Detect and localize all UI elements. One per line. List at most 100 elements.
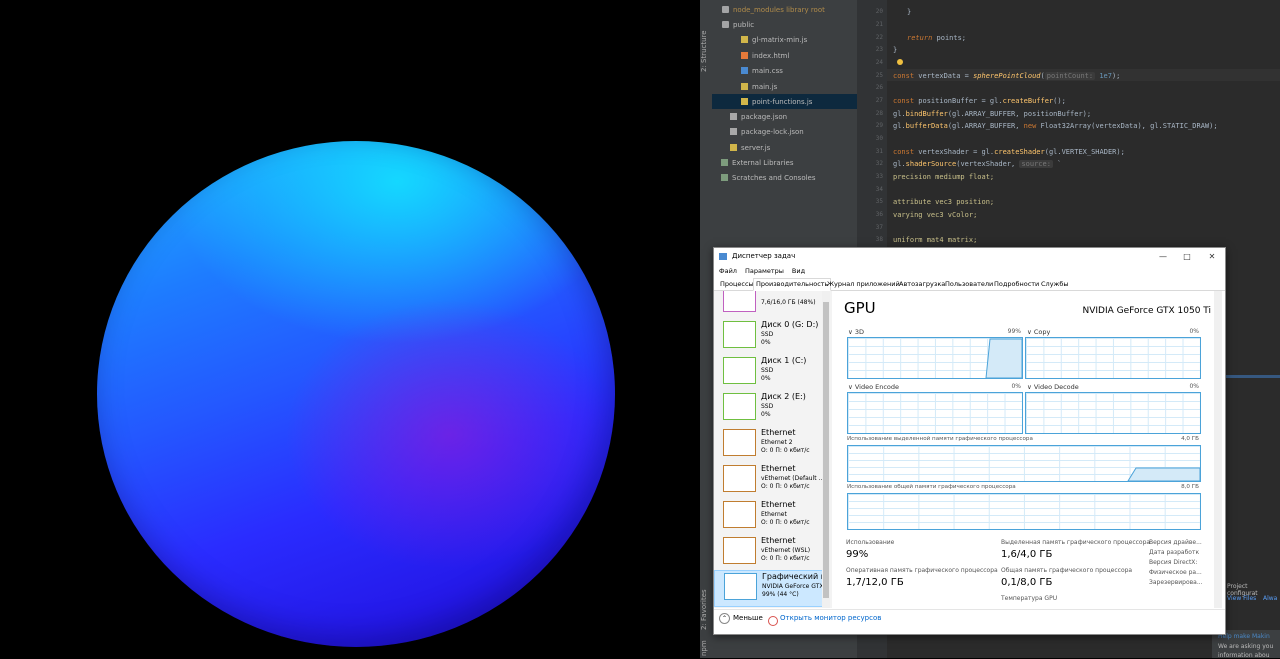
line-number: 38: [875, 236, 883, 243]
code-line: }: [893, 46, 898, 54]
close-button[interactable]: ✕: [1200, 248, 1224, 265]
scratches-icon: [721, 174, 728, 181]
title-bar[interactable]: Диспетчер задач — □ ✕: [714, 248, 1225, 265]
chevron-up-icon[interactable]: ⌃: [719, 613, 730, 624]
tab-users[interactable]: Пользователи: [942, 278, 996, 291]
resource-ethernet[interactable]: Ethernet Ethernet 2 О: 0 П: 0 кбит/с: [714, 427, 822, 462]
code-line: return points;: [907, 34, 967, 42]
tree-item-scratches[interactable]: Scratches and Consoles: [721, 171, 816, 185]
shared-memory-max: 8,0 ГБ: [1181, 484, 1199, 490]
tab-details[interactable]: Подробности: [991, 278, 1042, 291]
gpu-detail-panel: GPU NVIDIA GeForce GTX 1050 Ti ∨ 3D 99% …: [843, 291, 1211, 608]
tree-item-main-css[interactable]: main.css: [741, 64, 783, 78]
code-line: }: [907, 8, 912, 16]
scrollbar-thumb[interactable]: [823, 302, 829, 598]
tree-item-point-functions[interactable]: point-functions.js: [741, 95, 812, 109]
resource-detail: SSD: [761, 403, 774, 410]
engine-label-video-decode[interactable]: ∨ Video Decode: [1027, 383, 1079, 391]
structure-tab[interactable]: 2: Structure: [700, 22, 712, 72]
js-file-icon: [741, 36, 748, 43]
progress-strip: [1223, 375, 1280, 378]
ethernet-thumbnail: [723, 537, 756, 564]
resource-disk-0[interactable]: Диск 0 (G: D:) SSD 0%: [714, 319, 822, 354]
task-manager-footer: ⌃ Меньше Открыть монитор ресурсов: [714, 609, 1225, 635]
memory-thumbnail: [723, 291, 756, 312]
shared-stat-value: 0,1/8,0 ГБ: [1001, 577, 1053, 588]
engine-label-3d[interactable]: ∨ 3D: [848, 328, 864, 336]
always-link[interactable]: Alwa: [1263, 595, 1277, 602]
code-line: uniform mat4 matrix;: [893, 236, 978, 244]
engine-pct-copy: 0%: [1189, 328, 1199, 335]
tab-processes[interactable]: Процессы: [717, 278, 757, 291]
minimize-button[interactable]: —: [1151, 248, 1175, 265]
resource-detail: vEthernet (Default ...: [761, 475, 825, 482]
resource-detail: 99% (44 °C): [762, 591, 799, 598]
tree-item-external-libraries[interactable]: External Libraries: [721, 156, 794, 170]
resource-disk-2[interactable]: Диск 2 (E:) SSD 0%: [714, 391, 822, 426]
disk-thumbnail: [723, 393, 756, 420]
detail-scrollbar[interactable]: [1214, 291, 1222, 608]
menu-view[interactable]: Вид: [792, 267, 805, 275]
resource-memory[interactable]: 7,6/16,0 ГБ (48%): [714, 291, 822, 318]
line-number: 36: [875, 211, 883, 218]
tree-item-gl-matrix[interactable]: gl-matrix-min.js: [741, 33, 807, 47]
resource-ethernet[interactable]: Ethernet vEthernet (Default ... О: 0 П: …: [714, 463, 825, 498]
graph-3d-line: [985, 338, 1022, 378]
graph-dedicated-line: [1127, 467, 1200, 481]
tab-performance[interactable]: Производительность: [753, 278, 832, 291]
resource-name: Ethernet: [761, 428, 796, 437]
fewer-details-button[interactable]: Меньше: [733, 610, 763, 627]
menu-file[interactable]: Файл: [719, 267, 737, 275]
favorites-tab[interactable]: 2: Favorites: [700, 588, 712, 630]
view-files-link[interactable]: View Files: [1227, 595, 1256, 602]
tree-item-node-modules[interactable]: node_modules library root: [722, 3, 825, 17]
line-number: 24: [875, 59, 883, 66]
code-line: gl.bindBuffer(gl.ARRAY_BUFFER, positionB…: [893, 110, 1092, 118]
tree-item-server-js[interactable]: server.js: [730, 141, 770, 155]
temperature-label: Температура GPU: [1001, 595, 1058, 602]
usage-label: Использование: [846, 539, 895, 546]
code-editor[interactable]: } return points; } const vertexData = sp…: [887, 0, 1280, 260]
resource-ethernet[interactable]: Ethernet vEthernet (WSL) О: 0 П: 0 кбит/…: [714, 535, 822, 570]
engine-pct-video-encode: 0%: [1011, 383, 1021, 390]
html-file-icon: [741, 52, 748, 59]
tree-item-package-json[interactable]: package.json: [730, 110, 787, 124]
line-number: 34: [875, 186, 883, 193]
gpu-thumbnail: [724, 573, 757, 600]
tree-item-index-html[interactable]: index.html: [741, 49, 789, 63]
engine-label-copy[interactable]: ∨ Copy: [1027, 328, 1050, 336]
line-number: 31: [875, 148, 883, 155]
tree-item-public[interactable]: public: [722, 18, 754, 32]
tab-services[interactable]: Службы: [1038, 278, 1072, 291]
open-resource-monitor-link[interactable]: Открыть монитор ресурсов: [780, 610, 881, 627]
resource-gpu[interactable]: Графический п NVIDIA GeForce GTX 99% (44…: [714, 570, 826, 607]
usage-value: 99%: [846, 549, 869, 560]
resource-name: Ethernet: [761, 536, 796, 545]
graph-shared-memory: [847, 493, 1201, 530]
js-file-icon: [741, 83, 748, 90]
info-reserved-memory: Зарезервирова...: [1149, 579, 1203, 586]
menu-options[interactable]: Параметры: [745, 267, 784, 275]
resource-name: Диск 1 (C:): [761, 356, 807, 365]
tab-app-history[interactable]: Журнал приложений: [824, 278, 903, 291]
tree-item-main-js[interactable]: main.js: [741, 80, 777, 94]
line-number: 21: [875, 21, 883, 28]
maximize-button[interactable]: □: [1175, 248, 1199, 265]
resource-name: Ethernet: [761, 464, 796, 473]
folder-icon: [722, 21, 729, 28]
npm-tab[interactable]: npm: [700, 640, 712, 656]
tab-bar: Процессы Производительность Журнал прило…: [714, 277, 1225, 291]
css-file-icon: [741, 67, 748, 74]
resource-name: Ethernet: [761, 500, 796, 509]
resource-disk-1[interactable]: Диск 1 (C:) SSD 0%: [714, 355, 822, 390]
dedicated-memory-max: 4,0 ГБ: [1181, 436, 1199, 442]
graph-copy: [1025, 337, 1201, 379]
shared-memory-label: Использование общей памяти графического …: [847, 484, 1016, 490]
graph-dedicated-memory: [847, 445, 1201, 482]
line-number: 29: [875, 122, 883, 129]
tree-item-package-lock[interactable]: package-lock.json: [730, 125, 804, 139]
engine-label-video-encode[interactable]: ∨ Video Encode: [848, 383, 899, 391]
tab-startup[interactable]: Автозагрузка: [896, 278, 948, 291]
json-file-icon: [730, 128, 737, 135]
resource-ethernet[interactable]: Ethernet Ethernet О: 0 П: 0 кбит/с: [714, 499, 822, 534]
